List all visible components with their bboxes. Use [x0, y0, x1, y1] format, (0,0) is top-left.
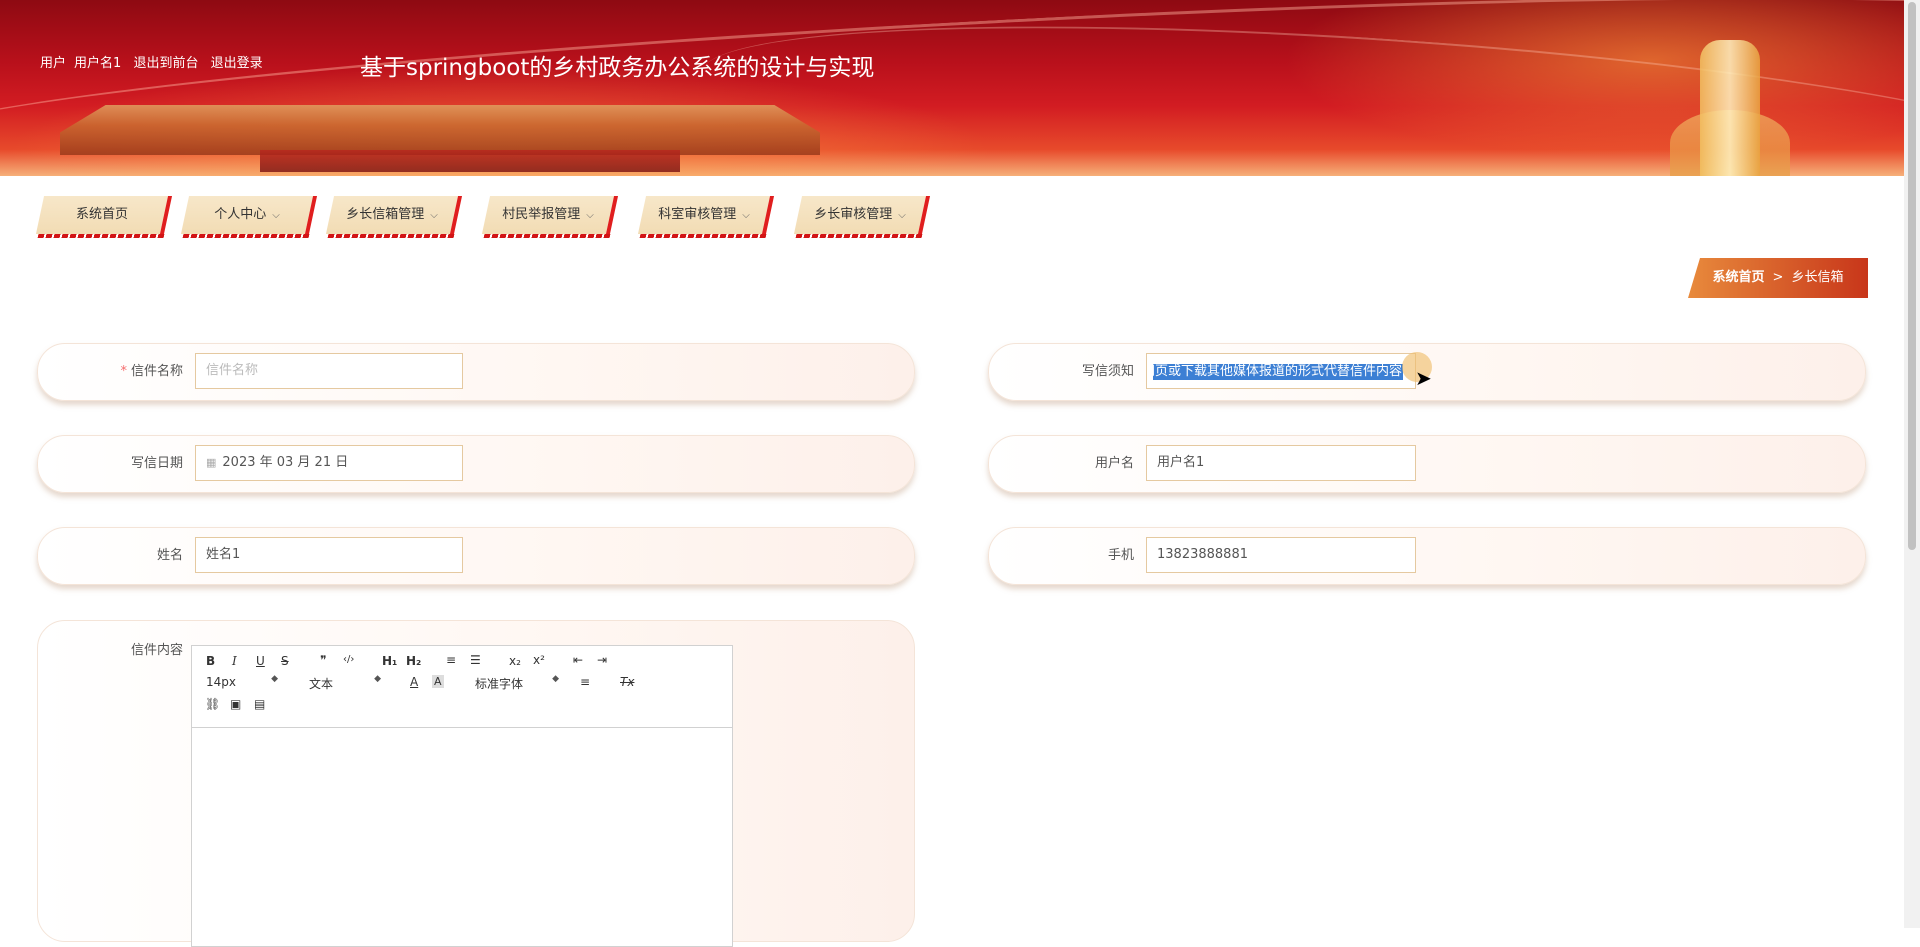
scrollbar-thumb[interactable]: [1908, 2, 1916, 550]
nav-label: 科室审核管理: [658, 207, 737, 222]
nav-item-home[interactable]: 系统首页: [35, 196, 173, 240]
write-date-input[interactable]: ▦ 2023 年 03 月 21 日: [195, 445, 463, 481]
heading-select[interactable]: 文本 ◆: [309, 674, 381, 692]
phone-input[interactable]: 13823888881: [1146, 537, 1416, 573]
nav-label: 村民举报管理: [502, 207, 581, 222]
nav-label: 系统首页: [75, 207, 128, 222]
nav-item-report-mgmt[interactable]: 村民举报管理 ⌵: [481, 196, 619, 240]
video-icon[interactable]: ▤: [254, 697, 265, 711]
nav-label: 乡长审核管理: [814, 207, 893, 222]
nav-item-dept-review-mgmt[interactable]: 科室审核管理 ⌵: [637, 196, 775, 240]
notice-selected-text: 网页或下载其他媒体报道的形式代替信件内容: [1153, 364, 1403, 380]
page-scrollbar[interactable]: [1904, 0, 1920, 928]
mouse-cursor-icon: ➤: [1415, 366, 1432, 390]
field-phone: 手机 13823888881: [988, 527, 1866, 585]
header-banner: 用户 用户名1 退出到前台 退出登录 基于springboot的乡村政务办公系统的…: [0, 0, 1904, 176]
field-label: 姓名: [156, 548, 183, 563]
chevron-down-icon: ⌵: [586, 210, 594, 221]
nav-item-mailbox-mgmt[interactable]: 乡长信箱管理 ⌵: [325, 196, 463, 240]
user-name: 用户名1: [74, 56, 122, 71]
field-username: 用户名 用户名1: [988, 435, 1866, 493]
font-size-select[interactable]: 14px ◆: [206, 674, 278, 689]
field-content: 信件内容 B I U S ❞ ‹/› H₁ H₂ ≡ ☰ x₂ x² ⇤ ⇥ 1…: [37, 620, 915, 947]
field-write-date: 写信日期 ▦ 2023 年 03 月 21 日: [37, 435, 915, 493]
user-links: 用户 用户名1 退出到前台 退出登录: [40, 52, 271, 71]
nav-label: 个人中心: [214, 207, 267, 222]
rich-text-editor: B I U S ❞ ‹/› H₁ H₂ ≡ ☰ x₂ x² ⇤ ⇥ 14px ◆ …: [191, 645, 733, 947]
field-label: 信件内容: [130, 643, 183, 658]
to-front-link[interactable]: 退出到前台: [133, 56, 198, 71]
link-icon[interactable]: ⛓: [205, 697, 220, 711]
field-name: 姓名 姓名1: [37, 527, 915, 585]
field-label: 写信须知: [1081, 364, 1134, 379]
select-arrow-icon: ◆: [271, 674, 278, 684]
subscript-button[interactable]: x₂: [509, 654, 521, 668]
breadcrumb: 系统首页 > 乡长信箱: [1688, 258, 1868, 298]
header1-button[interactable]: H₁: [382, 654, 397, 668]
field-label: * 信件名称: [120, 364, 183, 379]
field-label: 写信日期: [130, 456, 183, 471]
italic-button[interactable]: I: [232, 654, 237, 668]
logout-link[interactable]: 退出登录: [211, 56, 263, 71]
blockquote-button[interactable]: ❞: [320, 653, 326, 667]
chevron-down-icon: ⌵: [742, 210, 750, 221]
banner-building: [60, 105, 820, 155]
site-title: 基于springboot的乡村政务办公系统的设计与实现: [360, 55, 875, 81]
editor-body[interactable]: [192, 728, 732, 946]
superscript-button[interactable]: x²: [533, 653, 545, 667]
name-input[interactable]: 姓名1: [195, 537, 463, 573]
font-color-button[interactable]: A: [410, 675, 418, 689]
background-color-button[interactable]: A: [432, 675, 444, 688]
chevron-down-icon: ⌵: [898, 210, 906, 221]
code-block-button[interactable]: ‹/›: [343, 654, 354, 665]
align-button[interactable]: ≡: [580, 675, 590, 689]
ordered-list-button[interactable]: ≡: [446, 653, 456, 667]
breadcrumb-separator: >: [1772, 270, 1784, 285]
nav-item-mayor-review-mgmt[interactable]: 乡长审核管理 ⌵: [793, 196, 931, 240]
image-icon[interactable]: ▣: [230, 697, 241, 711]
banner-monument: [1700, 40, 1760, 176]
font-family-select[interactable]: 标准字体 ◆: [475, 674, 559, 692]
calendar-icon: ▦: [206, 456, 217, 469]
required-marker: *: [120, 364, 127, 379]
nav-item-personal-center[interactable]: 个人中心 ⌵: [180, 196, 318, 240]
strike-button[interactable]: S: [281, 654, 289, 668]
banner-building-base: [260, 150, 680, 172]
bullet-list-button[interactable]: ☰: [470, 653, 481, 667]
header2-button[interactable]: H₂: [406, 654, 421, 668]
select-arrow-icon: ◆: [552, 674, 559, 684]
select-arrow-icon: ◆: [374, 674, 381, 684]
field-label: 用户名: [1094, 456, 1134, 471]
chevron-down-icon: ⌵: [272, 210, 280, 221]
editor-toolbar: B I U S ❞ ‹/› H₁ H₂ ≡ ☰ x₂ x² ⇤ ⇥ 14px ◆ …: [192, 646, 732, 728]
username-input[interactable]: 用户名1: [1146, 445, 1416, 481]
bold-button[interactable]: B: [206, 654, 215, 668]
underline-button[interactable]: U: [256, 654, 265, 668]
chevron-down-icon: ⌵: [430, 210, 438, 221]
breadcrumb-current: 乡长信箱: [1791, 270, 1844, 285]
letter-name-input[interactable]: 信件名称: [195, 353, 463, 389]
user-role: 用户: [40, 56, 67, 71]
nav-label: 乡长信箱管理: [346, 207, 425, 222]
field-letter-name: * 信件名称 信件名称: [37, 343, 915, 401]
breadcrumb-home[interactable]: 系统首页: [1713, 270, 1765, 285]
field-label: 手机: [1107, 548, 1134, 563]
outdent-button[interactable]: ⇤: [573, 653, 583, 667]
indent-button[interactable]: ⇥: [597, 653, 607, 667]
clean-format-button[interactable]: Tx: [620, 675, 634, 689]
